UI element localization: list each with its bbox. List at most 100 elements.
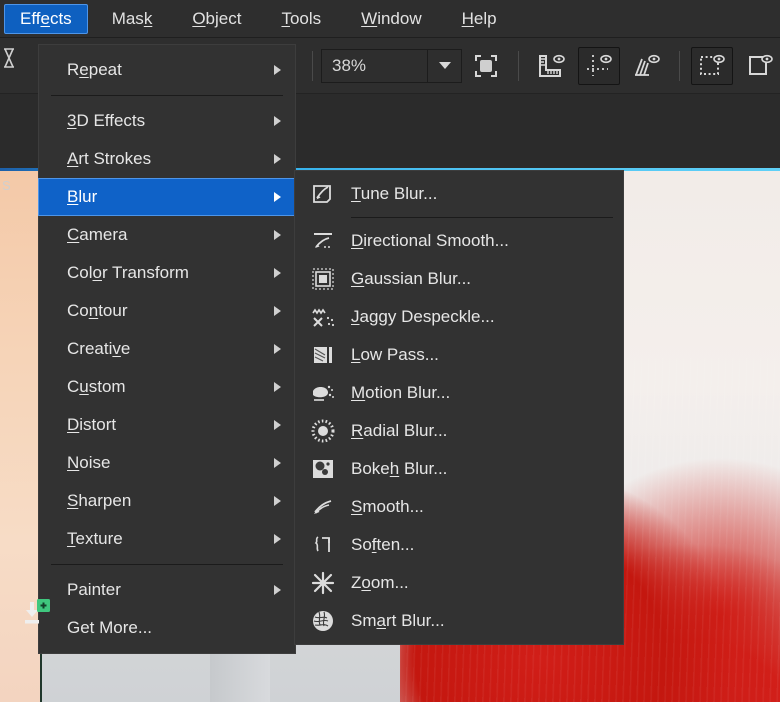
mask-marquee-toggle-button[interactable]	[691, 46, 733, 85]
toolbox-hourglass-icon[interactable]	[0, 46, 18, 70]
fit-to-window-button[interactable]	[465, 47, 507, 85]
submenu-item-soften[interactable]: Soften...	[295, 526, 623, 564]
zoom-level-combobox[interactable]: 38%	[321, 48, 462, 83]
menu-item-noise-label: Noise	[67, 453, 111, 472]
menu-item-creative[interactable]: Creative	[39, 330, 295, 368]
menu-item-blur-label: Blur	[67, 187, 98, 206]
submenu-arrow-icon	[274, 154, 281, 164]
menubar-label-help: Help	[461, 8, 497, 28]
menu-item-custom-label: Custom	[67, 377, 126, 396]
submenu-item-zoom-label: Zoom...	[351, 573, 409, 592]
bokeh-blur-icon	[295, 450, 351, 488]
menubar-label-object: Object	[192, 8, 242, 28]
submenu-arrow-icon	[274, 116, 281, 126]
menu-item-painter-label: Painter	[67, 580, 121, 599]
grid-eye-icon	[635, 54, 660, 76]
menubar-item-help[interactable]: Help	[446, 4, 513, 34]
submenu-item-motion-blur[interactable]: Motion Blur...	[295, 374, 623, 412]
guidelines-eye-icon	[587, 54, 612, 76]
submenu-item-smooth[interactable]: Smooth...	[295, 488, 623, 526]
application-window: S Effects Mask Object Tools Window Help …	[0, 0, 780, 702]
submenu-arrow-icon	[274, 534, 281, 544]
blur-submenu: Tune Blur... Directional Smooth... Gauss…	[294, 170, 624, 645]
menu-item-blur[interactable]: Blur	[38, 178, 296, 216]
submenu-arrow-icon	[274, 496, 281, 506]
zoom-level-value[interactable]: 38%	[322, 49, 427, 82]
submenu-arrow-icon	[274, 458, 281, 468]
menubar-item-effects[interactable]: Effects	[4, 3, 88, 34]
menu-item-distort[interactable]: Distort	[39, 406, 295, 444]
menubar-label-effects: Effects	[20, 8, 72, 28]
mask-marquee-eye-icon	[700, 54, 725, 75]
menu-item-sharpen[interactable]: Sharpen	[39, 482, 295, 520]
toolbar-separator-1	[312, 50, 313, 81]
menu-separator-2	[51, 564, 283, 565]
menu-item-painter[interactable]: Painter	[39, 571, 295, 609]
submenu-item-gaussian-blur-label: Gaussian Blur...	[351, 269, 472, 288]
submenu-arrow-icon	[274, 230, 281, 240]
submenu-item-radial-blur-label: Radial Blur...	[351, 421, 448, 440]
submenu-item-jaggy-despeckle-label: Jaggy Despeckle...	[351, 307, 495, 326]
submenu-item-zoom[interactable]: Zoom...	[295, 564, 623, 602]
effects-dropdown-menu: Repeat 3D Effects Art Strokes Blur Camer…	[38, 44, 296, 654]
submenu-arrow-icon	[274, 585, 281, 595]
menubar-item-object[interactable]: Object	[176, 4, 257, 34]
menu-item-3d-effects[interactable]: 3D Effects	[39, 102, 295, 140]
menu-item-camera[interactable]: Camera	[39, 216, 295, 254]
menu-bar: Effects Mask Object Tools Window Help	[0, 0, 780, 38]
directional-smooth-icon	[295, 222, 351, 260]
object-marquee-toggle-button[interactable]	[739, 47, 780, 85]
submenu-arrow-icon	[274, 268, 281, 278]
jaggy-despeckle-icon	[295, 298, 351, 336]
download-plus-icon	[25, 599, 50, 624]
guidelines-toggle-button[interactable]	[578, 46, 620, 85]
submenu-item-motion-blur-label: Motion Blur...	[351, 383, 451, 402]
gaussian-blur-icon	[295, 260, 351, 298]
submenu-item-soften-label: Soften...	[351, 535, 415, 554]
ruler-eye-icon	[539, 54, 565, 77]
zoom-blur-icon	[295, 564, 351, 602]
menu-item-3d-effects-label: 3D Effects	[67, 111, 146, 130]
submenu-arrow-icon	[274, 306, 281, 316]
menu-item-contour-label: Contour	[67, 301, 128, 320]
submenu-item-bokeh-blur-label: Bokeh Blur...	[351, 459, 448, 478]
submenu-arrow-icon	[274, 344, 281, 354]
toolbar-separator-2	[518, 50, 519, 81]
menu-item-creative-label: Creative	[67, 339, 131, 358]
tune-blur-icon	[295, 175, 351, 213]
low-pass-icon	[295, 336, 351, 374]
submenu-arrow-icon	[274, 420, 281, 430]
submenu-item-jaggy-despeckle[interactable]: Jaggy Despeckle...	[295, 298, 623, 336]
submenu-item-smooth-label: Smooth...	[351, 497, 424, 516]
submenu-arrow-icon	[274, 192, 281, 202]
menu-item-noise[interactable]: Noise	[39, 444, 295, 482]
submenu-item-smart-blur[interactable]: Smart Blur...	[295, 602, 623, 640]
menu-item-color-transform[interactable]: Color Transform	[39, 254, 295, 292]
submenu-arrow-icon	[274, 382, 281, 392]
menu-item-distort-label: Distort	[67, 415, 117, 434]
chevron-down-icon[interactable]	[427, 49, 461, 82]
menubar-item-window[interactable]: Window	[345, 4, 437, 34]
menu-item-art-strokes[interactable]: Art Strokes	[39, 140, 295, 178]
submenu-item-bokeh-blur[interactable]: Bokeh Blur...	[295, 450, 623, 488]
submenu-item-tune-blur[interactable]: Tune Blur...	[295, 175, 623, 213]
menubar-label-window: Window	[361, 8, 422, 28]
submenu-item-low-pass[interactable]: Low Pass...	[295, 336, 623, 374]
menu-item-color-transform-label: Color Transform	[67, 263, 189, 282]
menubar-item-mask[interactable]: Mask	[96, 4, 169, 34]
soften-icon	[295, 526, 351, 564]
menu-item-texture[interactable]: Texture	[39, 520, 295, 558]
submenu-item-low-pass-label: Low Pass...	[351, 345, 439, 364]
menu-item-repeat[interactable]: Repeat	[39, 51, 295, 89]
submenu-item-directional-smooth[interactable]: Directional Smooth...	[295, 222, 623, 260]
menu-item-custom[interactable]: Custom	[39, 368, 295, 406]
submenu-item-gaussian-blur[interactable]: Gaussian Blur...	[295, 260, 623, 298]
rulers-toggle-button[interactable]	[530, 47, 572, 85]
menu-item-get-more[interactable]: Get More...	[39, 609, 295, 647]
menu-item-contour[interactable]: Contour	[39, 292, 295, 330]
grid-toggle-button[interactable]	[626, 47, 668, 85]
submenu-item-radial-blur[interactable]: Radial Blur...	[295, 412, 623, 450]
submenu-arrow-icon	[274, 65, 281, 75]
smooth-icon	[295, 488, 351, 526]
menubar-item-tools[interactable]: Tools	[265, 4, 337, 34]
